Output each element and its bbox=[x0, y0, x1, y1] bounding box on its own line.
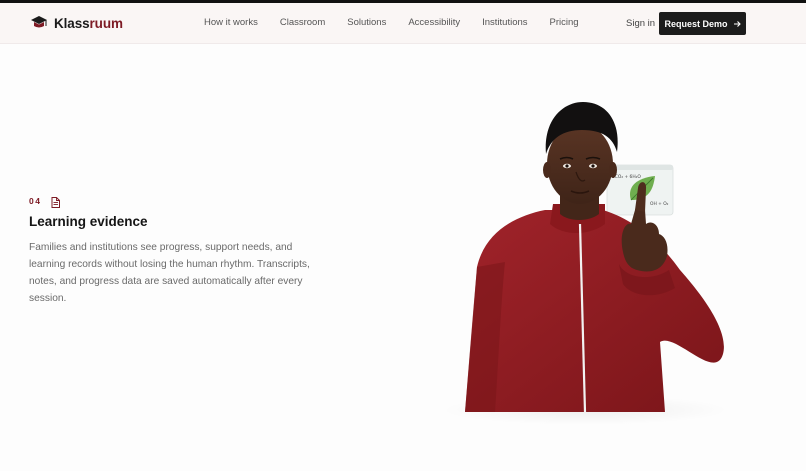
nav-institutions[interactable]: Institutions bbox=[482, 17, 527, 28]
request-demo-button[interactable]: Request Demo bbox=[659, 12, 746, 35]
brand-name: Klassruum bbox=[54, 15, 123, 31]
sign-in-link[interactable]: Sign in bbox=[626, 18, 655, 29]
feature-description: Families and institutions see progress, … bbox=[29, 242, 310, 304]
nav-classroom[interactable]: Classroom bbox=[280, 17, 325, 28]
main-nav: How it works Classroom Solutions Accessi… bbox=[204, 17, 601, 28]
document-icon bbox=[51, 197, 61, 208]
brand-logo[interactable]: Klassruum bbox=[30, 15, 123, 31]
nav-accessibility[interactable]: Accessibility bbox=[408, 17, 460, 28]
feature-title: Learning evidence bbox=[29, 214, 148, 229]
card-formula-bottom: OH + O₂ bbox=[650, 201, 669, 207]
nav-pricing[interactable]: Pricing bbox=[550, 17, 579, 28]
student-hero-image: 6CO₂ + 6H₂O OH + O₂ bbox=[465, 102, 724, 413]
graduation-cap-icon bbox=[31, 16, 47, 28]
step-indicator: 04 bbox=[29, 195, 61, 208]
site-header: Klassruum How it works Classroom Solutio… bbox=[0, 3, 806, 44]
card-formula-top: 6CO₂ + 6H₂O bbox=[612, 174, 641, 180]
nav-solutions[interactable]: Solutions bbox=[347, 17, 386, 28]
step-number: 04 bbox=[29, 195, 42, 206]
request-demo-label: Request Demo bbox=[664, 18, 728, 29]
arrow-right-icon bbox=[733, 20, 741, 27]
nav-how-it-works[interactable]: How it works bbox=[204, 17, 258, 28]
